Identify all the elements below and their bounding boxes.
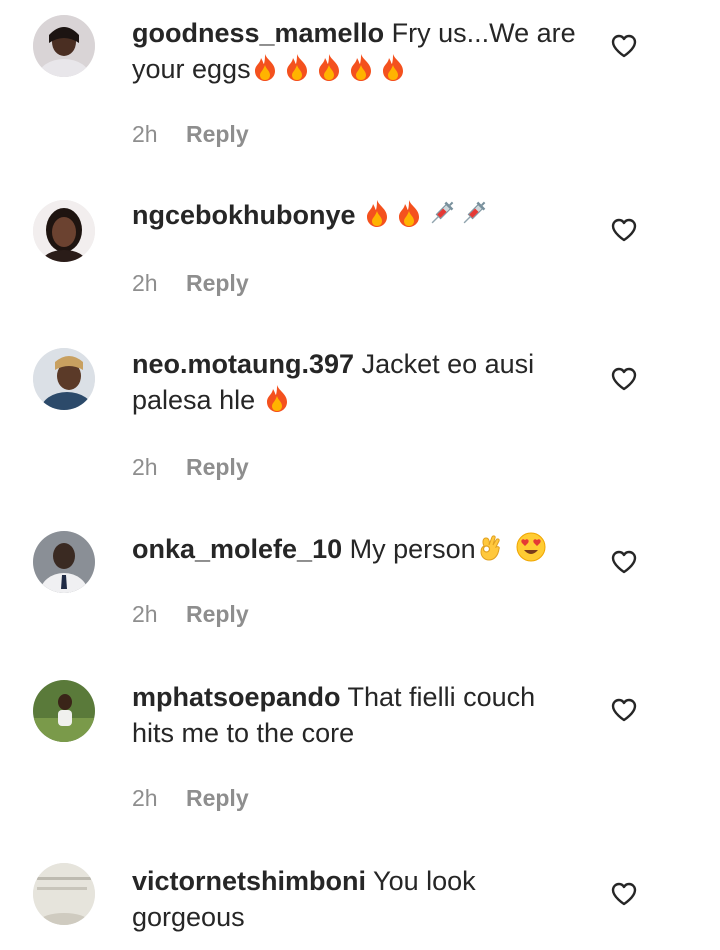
heart-outline-icon [611, 218, 637, 242]
heart-outline-icon [611, 550, 637, 574]
fire-emoji [363, 198, 391, 228]
fire-emoji [379, 52, 407, 82]
reply-button[interactable]: Reply [186, 601, 249, 627]
avatar[interactable] [33, 15, 95, 77]
comment-text: mphatsoepando That fielli couch hits me … [132, 679, 582, 751]
comment-username[interactable]: onka_molefe_10 [132, 534, 342, 564]
ok-hand-emoji [476, 532, 504, 562]
heart-outline-icon [611, 34, 637, 58]
comment-meta: 2h Reply [132, 269, 249, 297]
comment-text: neo.motaung.397 Jacket eo ausi palesa hl… [132, 346, 582, 418]
comment-meta: 2h Reply [132, 784, 249, 812]
comment-text: victornetshimboni You look gorgeous [132, 863, 582, 935]
reply-button[interactable]: Reply [186, 121, 249, 147]
like-button[interactable] [611, 367, 637, 391]
heart-outline-icon [611, 698, 637, 722]
avatar[interactable] [33, 200, 95, 262]
avatar[interactable] [33, 531, 95, 593]
comment-time: 2h [132, 785, 158, 811]
avatar[interactable] [33, 680, 95, 742]
heart-outline-icon [611, 367, 637, 391]
like-button[interactable] [611, 550, 637, 574]
syringe-emoji [427, 198, 455, 228]
comment-username[interactable]: mphatsoepando [132, 682, 341, 712]
fire-emoji [315, 52, 343, 82]
reply-button[interactable]: Reply [186, 785, 249, 811]
comment-text: onka_molefe_10 My person [132, 531, 582, 567]
comment-time: 2h [132, 121, 158, 147]
comment-username[interactable]: ngcebokhubonye [132, 200, 356, 230]
comment-username[interactable]: victornetshimboni [132, 866, 366, 896]
like-button[interactable] [611, 882, 637, 906]
avatar[interactable] [33, 348, 95, 410]
comment-meta: 2h Reply [132, 453, 249, 481]
fire-emoji [395, 198, 423, 228]
fire-emoji [251, 52, 279, 82]
comment-meta: 2h Reply [132, 120, 249, 148]
comment-time: 2h [132, 601, 158, 627]
reply-button[interactable]: Reply [186, 270, 249, 296]
avatar[interactable] [33, 863, 95, 925]
heart-eyes-emoji [516, 532, 546, 562]
heart-outline-icon [611, 882, 637, 906]
reply-button[interactable]: Reply [186, 454, 249, 480]
comment-username[interactable]: neo.motaung.397 [132, 349, 354, 379]
fire-emoji [283, 52, 311, 82]
like-button[interactable] [611, 698, 637, 722]
syringe-emoji [459, 198, 487, 228]
comment-message: My person [349, 534, 476, 564]
fire-emoji [347, 52, 375, 82]
comment-text: goodness_mamello Fry us...We are your eg… [132, 15, 582, 87]
comment-time: 2h [132, 270, 158, 296]
fire-emoji [263, 383, 291, 413]
comment-username[interactable]: goodness_mamello [132, 18, 384, 48]
like-button[interactable] [611, 218, 637, 242]
comment-text: ngcebokhubonye [132, 197, 582, 233]
comment-meta: 2h Reply [132, 600, 249, 628]
comment-time: 2h [132, 454, 158, 480]
like-button[interactable] [611, 34, 637, 58]
